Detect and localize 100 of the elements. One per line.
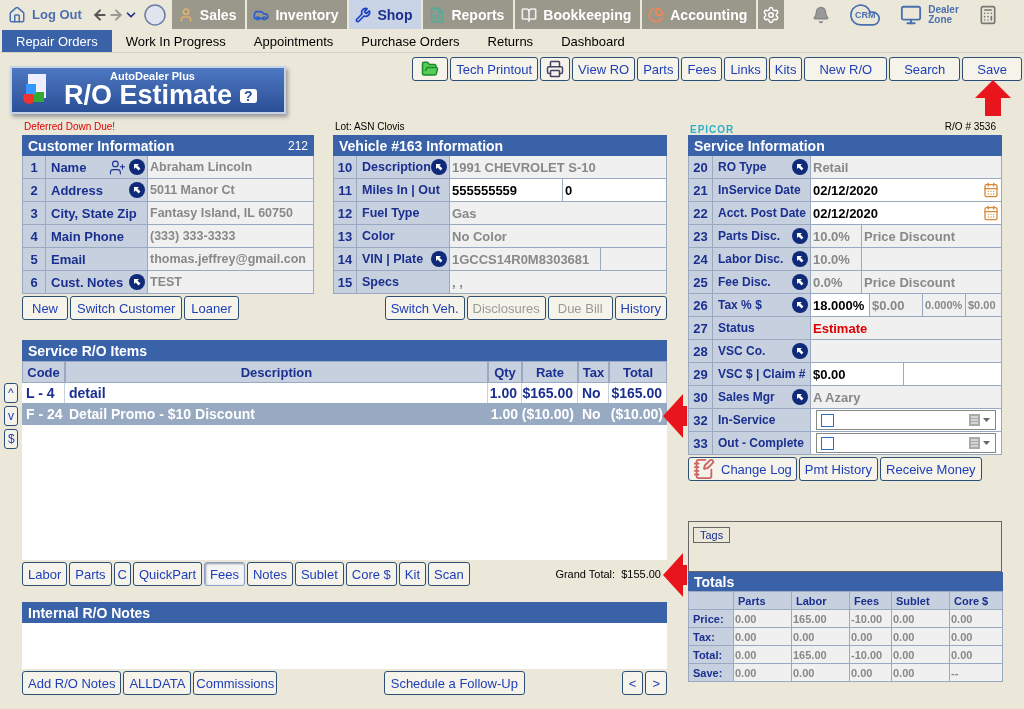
print-button[interactable]: [540, 57, 571, 81]
sub-tab[interactable]: Work In Progress: [111, 30, 240, 52]
sub-tab[interactable]: Dashboard: [547, 30, 639, 52]
service-button[interactable]: Receive Money: [880, 457, 982, 481]
item-button[interactable]: Scan: [428, 562, 470, 586]
checkbox[interactable]: [821, 436, 834, 450]
toolbar-button[interactable]: Kits: [768, 57, 803, 81]
toolbar-button[interactable]: Save: [962, 57, 1022, 81]
vehicle-button[interactable]: Switch Veh.: [384, 296, 465, 320]
action-button[interactable]: Add R/O Notes: [22, 671, 122, 695]
row-number: 27: [689, 317, 712, 339]
service-button[interactable]: Pmt History: [798, 457, 878, 481]
calendar-dropdown-icon[interactable]: [969, 414, 991, 426]
link-icon[interactable]: [792, 297, 808, 313]
row-number: 29: [689, 363, 712, 385]
tags-button[interactable]: Tags: [693, 527, 731, 543]
change-log-button[interactable]: Change Log: [688, 457, 797, 481]
link-icon[interactable]: [792, 343, 808, 359]
link-icon[interactable]: [129, 182, 145, 198]
brand-name: AutoDealer Plus: [110, 71, 196, 82]
toolbar-button[interactable]: Fees: [681, 57, 723, 81]
link-icon[interactable]: [792, 228, 808, 244]
add-person-icon[interactable]: [109, 158, 126, 176]
field-label: Main Phone: [51, 228, 125, 244]
calendar-icon[interactable]: [983, 205, 999, 221]
item-button[interactable]: C: [113, 562, 131, 586]
sub-tab[interactable]: Repair Orders: [2, 30, 112, 52]
field-label: Tax % $: [718, 298, 763, 312]
link-icon[interactable]: [129, 274, 145, 290]
link-icon[interactable]: [431, 251, 447, 267]
pager-button[interactable]: >: [645, 671, 667, 695]
link-icon[interactable]: [792, 389, 808, 405]
toolbar-button[interactable]: Search: [889, 57, 961, 81]
input-field[interactable]: [904, 363, 1001, 385]
log-out-link[interactable]: Log Out: [28, 0, 86, 29]
calendar-dropdown-icon[interactable]: [969, 437, 991, 449]
action-button[interactable]: Commissions: [193, 671, 278, 695]
checkbox[interactable]: [821, 413, 834, 427]
input-field[interactable]: 0: [563, 179, 666, 201]
input-field[interactable]: 555555559: [450, 179, 562, 201]
side-button[interactable]: $: [4, 429, 18, 449]
field-value: Estimate: [811, 317, 1001, 339]
sub-tab[interactable]: Appointments: [239, 30, 348, 52]
panel-title: Service Information: [694, 137, 825, 154]
home-icon[interactable]: [8, 5, 26, 24]
field-value: thomas.jeffrey@gmail.con: [148, 248, 313, 270]
dealer-zone-link[interactable]: Dealer Zone: [928, 4, 961, 25]
input-field[interactable]: 02/12/2020: [811, 202, 1001, 224]
item-button[interactable]: Notes: [246, 562, 293, 586]
action-button[interactable]: ALLDATA: [123, 671, 192, 695]
table-cell[interactable]: 1.00: [488, 383, 522, 403]
table-cell[interactable]: $165.00: [609, 383, 667, 403]
toolbar-button[interactable]: New R/O: [804, 57, 888, 81]
module-tab[interactable]: Shop: [349, 0, 422, 29]
brand-logo: EPICOR: [690, 124, 735, 135]
customer-button[interactable]: Loaner: [184, 296, 239, 320]
item-button[interactable]: Core $: [345, 562, 397, 586]
link-icon[interactable]: [129, 159, 145, 175]
chart-screen-icon[interactable]: [900, 3, 923, 26]
field-label: VSC $ | Claim #: [718, 367, 807, 381]
toolbar-button[interactable]: Links: [724, 57, 767, 81]
item-button[interactable]: Kit: [398, 562, 426, 586]
side-button[interactable]: v: [4, 406, 18, 426]
row-number: 24: [689, 248, 712, 270]
bell-icon[interactable]: [812, 5, 831, 24]
item-button[interactable]: Parts: [69, 562, 112, 586]
follow-up-button[interactable]: Schedule a Follow-Up: [383, 671, 525, 695]
sub-tab[interactable]: Purchase Orders: [347, 30, 474, 52]
side-button[interactable]: ^: [4, 383, 18, 403]
input-field[interactable]: $0.00: [811, 363, 903, 385]
item-button[interactable]: Labor: [22, 562, 68, 586]
calendar-icon[interactable]: [983, 182, 999, 198]
item-button[interactable]: Fees: [204, 562, 245, 586]
sub-tab[interactable]: Returns: [473, 30, 548, 52]
ro-number: R/O # 3536: [943, 121, 996, 134]
table-cell: 0.00: [734, 664, 791, 681]
avatar-icon[interactable]: [143, 3, 166, 26]
input-field[interactable]: 02/12/2020: [811, 179, 1001, 201]
calculator-icon[interactable]: [978, 4, 999, 25]
settings-icon[interactable]: [758, 0, 785, 29]
item-button[interactable]: Sublet: [294, 562, 344, 586]
help-button[interactable]: ?: [240, 88, 257, 103]
toolbar-button[interactable]: Tech Printout: [450, 57, 539, 81]
back-icon[interactable]: [91, 6, 108, 23]
link-icon[interactable]: [792, 274, 808, 290]
link-icon[interactable]: [431, 159, 447, 175]
input-field[interactable]: 18.000%: [811, 294, 869, 316]
customer-button[interactable]: New: [22, 296, 68, 320]
toolbar-button[interactable]: View RO: [572, 57, 636, 81]
customer-button[interactable]: Switch Customer: [70, 296, 183, 320]
table-cell[interactable]: $165.00: [522, 383, 578, 403]
link-icon[interactable]: [792, 251, 808, 267]
item-button[interactable]: QuickPart: [133, 562, 203, 586]
link-icon[interactable]: [792, 159, 808, 175]
vehicle-button[interactable]: History: [614, 296, 667, 320]
row-number: 26: [689, 294, 712, 316]
pager-button[interactable]: <: [621, 671, 644, 695]
folder-button[interactable]: [412, 57, 449, 81]
toolbar-button[interactable]: Parts: [637, 57, 680, 81]
field-value: Price Discount: [862, 225, 1001, 247]
